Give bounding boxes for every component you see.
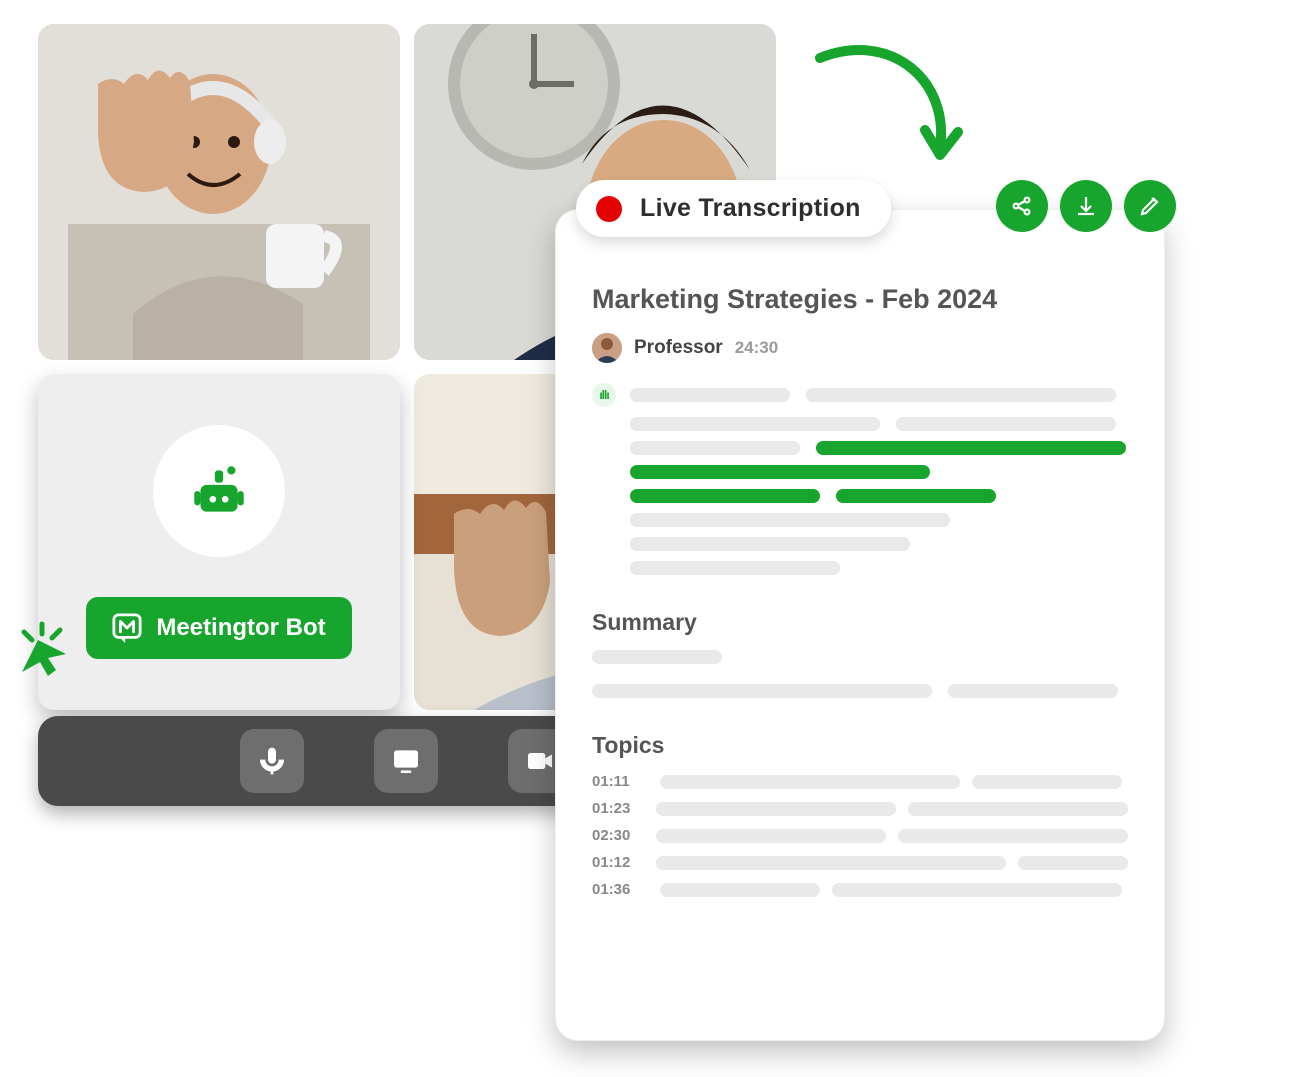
transcript-line — [630, 513, 950, 527]
meeting-title: Marketing Strategies - Feb 2024 — [592, 284, 1128, 315]
speaker-time: 24:30 — [735, 338, 778, 358]
transcription-panel: Live Transcription Marketing Strategies … — [556, 210, 1164, 1040]
speaker-row: Professor 24:30 — [592, 333, 1128, 363]
mic-button[interactable] — [240, 729, 304, 793]
topic-bar — [656, 802, 896, 816]
robot-icon — [186, 458, 252, 524]
topic-time: 01:23 — [592, 800, 636, 817]
topic-bar — [832, 883, 1122, 897]
topic-bar-group — [656, 802, 1128, 816]
summary-line — [592, 684, 932, 698]
transcript-line-highlight — [630, 465, 930, 479]
topic-bar — [656, 829, 886, 843]
video-tile-participant-1 — [38, 24, 400, 360]
topic-bar — [908, 802, 1128, 816]
summary-line — [592, 650, 722, 664]
topic-time: 02:30 — [592, 827, 636, 844]
topic-row[interactable]: 01:23 — [592, 800, 1128, 817]
topic-time: 01:36 — [592, 881, 640, 898]
topic-bar — [656, 856, 1006, 870]
transcript-line — [630, 388, 790, 402]
transcript-line — [896, 417, 1116, 431]
topic-time: 01:12 — [592, 854, 636, 871]
topic-row[interactable]: 01:12 — [592, 854, 1128, 871]
topic-row[interactable]: 01:36 — [592, 881, 1128, 898]
topic-bar-group — [656, 856, 1128, 870]
transcript-line — [630, 561, 840, 575]
record-indicator-icon — [596, 196, 622, 222]
screen-share-button[interactable] — [374, 729, 438, 793]
panel-actions — [996, 180, 1176, 232]
transcript-line-highlight — [816, 441, 1126, 455]
transcript-line — [630, 441, 800, 455]
meetingtor-bot-button[interactable]: Meetingtor Bot — [86, 597, 351, 659]
bot-button-label: Meetingtor Bot — [156, 614, 325, 642]
topic-bar-group — [660, 883, 1128, 897]
transcript-line-highlight — [836, 489, 996, 503]
meetingtor-logo-icon — [112, 613, 142, 643]
bot-avatar-circle — [153, 425, 285, 557]
cursor-click-icon — [18, 620, 68, 676]
microphone-icon — [256, 745, 288, 777]
transcript-line — [806, 388, 1116, 402]
transcript-line — [630, 537, 910, 551]
live-transcription-pill: Live Transcription — [576, 180, 891, 237]
flow-arrow — [810, 40, 970, 170]
edit-icon — [1138, 194, 1162, 218]
bot-tile: Meetingtor Bot — [38, 374, 400, 710]
audio-wave-icon: ıllı — [592, 383, 616, 407]
topic-time: 01:11 — [592, 773, 640, 790]
download-button[interactable] — [1060, 180, 1112, 232]
topic-bar — [1018, 856, 1128, 870]
transcript-line — [630, 417, 880, 431]
topic-bar — [660, 775, 960, 789]
topic-row[interactable]: 02:30 — [592, 827, 1128, 844]
transcript-line-highlight — [630, 489, 820, 503]
topic-bar-group — [656, 829, 1128, 843]
share-icon — [1010, 194, 1034, 218]
transcript-block: ıllı — [592, 383, 1128, 575]
topic-row[interactable]: 01:11 — [592, 773, 1128, 790]
summary-section: Summary — [592, 609, 1128, 698]
download-icon — [1074, 194, 1098, 218]
live-label: Live Transcription — [640, 194, 861, 223]
topic-bar-group — [660, 775, 1128, 789]
edit-button[interactable] — [1124, 180, 1176, 232]
speaker-name: Professor — [634, 337, 723, 359]
topic-bar — [972, 775, 1122, 789]
topic-bar — [660, 883, 820, 897]
topic-bar — [898, 829, 1128, 843]
camera-icon — [524, 745, 556, 777]
summary-heading: Summary — [592, 609, 1128, 636]
topics-heading: Topics — [592, 732, 1128, 759]
screen-share-icon — [390, 745, 422, 777]
summary-line — [948, 684, 1118, 698]
speaker-avatar — [592, 333, 622, 363]
share-button[interactable] — [996, 180, 1048, 232]
topics-section: Topics 01:11 01:23 02:30 01:12 01:36 — [592, 732, 1128, 898]
